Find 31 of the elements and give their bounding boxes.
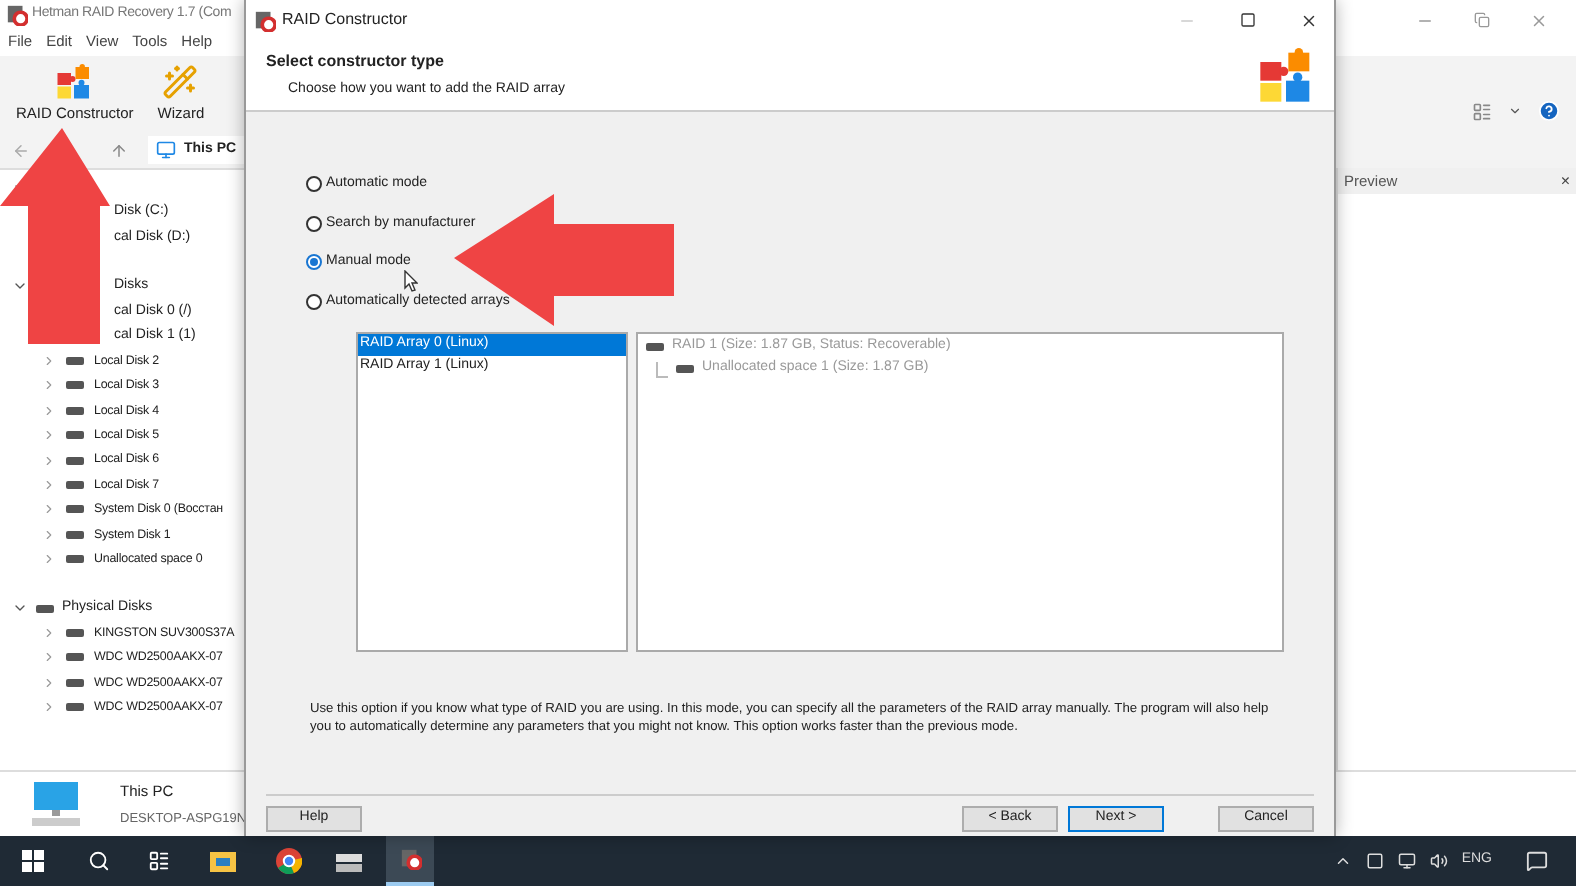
wand-icon <box>162 63 199 100</box>
caret-icon[interactable] <box>1508 104 1522 118</box>
network-icon[interactable] <box>1397 852 1416 870</box>
task-view-icon[interactable] <box>148 850 170 872</box>
maximize-icon[interactable] <box>1240 12 1256 28</box>
radio-circle[interactable] <box>306 254 322 271</box>
computer-icon <box>28 780 84 828</box>
help-icon[interactable] <box>1538 100 1560 122</box>
dialog-app-icon <box>254 9 276 31</box>
view-options-icon[interactable] <box>1472 101 1492 121</box>
dialog-heading: Select constructor type <box>266 49 446 74</box>
browser-icon[interactable] <box>276 848 302 874</box>
tray-app-icon[interactable] <box>1365 852 1384 870</box>
notification-icon[interactable] <box>1526 850 1548 872</box>
search-icon[interactable] <box>88 850 110 872</box>
puzzle-logo <box>1258 47 1314 103</box>
tray-expand-icon[interactable] <box>1333 852 1352 870</box>
tree-connector-icon <box>656 361 668 377</box>
start-icon[interactable] <box>22 850 44 872</box>
volume-icon[interactable] <box>1429 852 1448 870</box>
up-icon[interactable] <box>110 141 128 159</box>
recovery-app-icon <box>399 848 421 870</box>
close-button[interactable]: × <box>1560 169 1570 193</box>
dialog-title: RAID Constructor <box>282 8 408 32</box>
pointer-icon <box>404 270 418 292</box>
drives-icon[interactable] <box>336 850 362 872</box>
folder-icon[interactable] <box>210 850 236 872</box>
restore-icon[interactable] <box>1474 12 1490 28</box>
close-icon[interactable] <box>1300 11 1318 29</box>
active-app-button[interactable] <box>386 836 434 886</box>
puzzle-icon <box>56 63 93 100</box>
